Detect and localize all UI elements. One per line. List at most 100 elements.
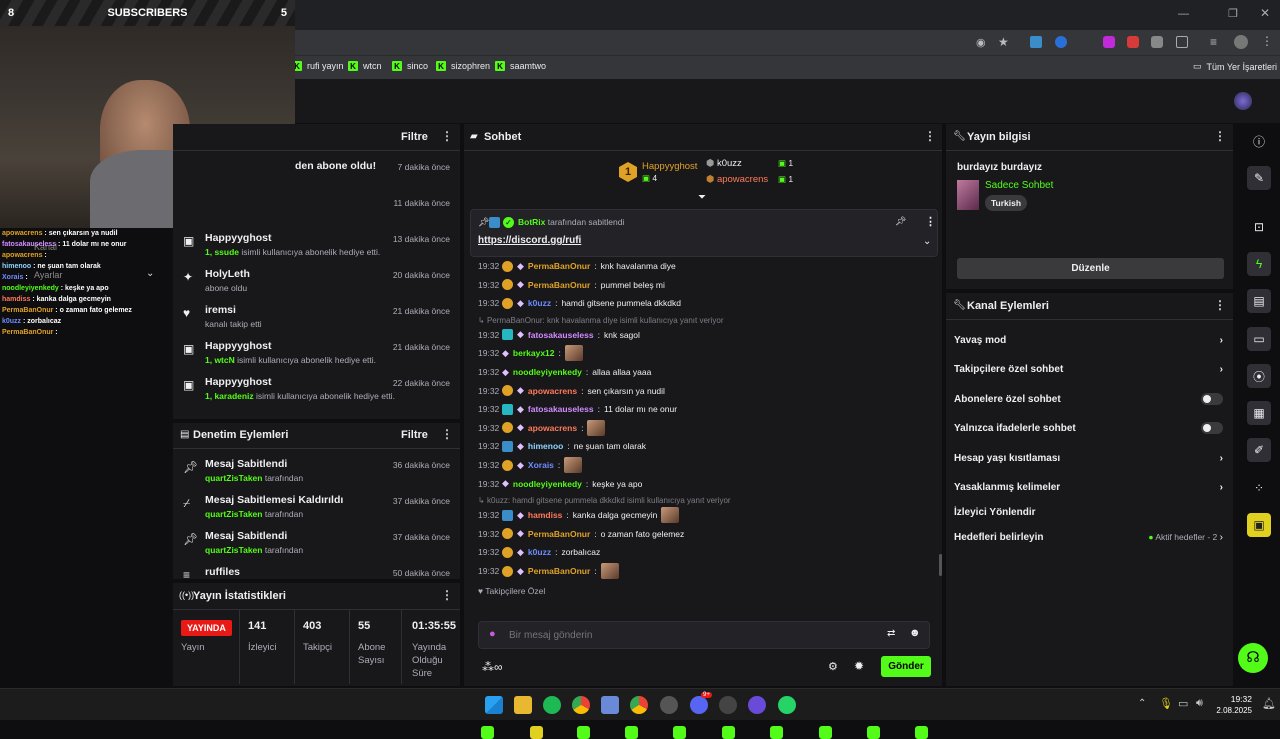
message-username[interactable]: noodleyiyenkedy (513, 367, 582, 377)
stream-info-menu-icon[interactable]: ⋮ (1214, 129, 1226, 143)
lightning-icon[interactable]: ϟ (1247, 252, 1271, 276)
kick-points-icon[interactable]: ⁂∞ (482, 660, 503, 674)
activity-filter-button[interactable]: Filtre (401, 131, 428, 143)
message-username[interactable]: noodleyiyenkedy (513, 479, 582, 489)
message-username[interactable]: apowacrens (528, 423, 577, 433)
app-icon[interactable] (660, 696, 678, 714)
minimize-icon[interactable]: — (1178, 8, 1189, 20)
spotify-icon[interactable] (543, 696, 561, 714)
pinned-link[interactable]: https://discord.gg/rufi (478, 235, 581, 246)
account-age-row[interactable]: Hesap yaşı kısıtlaması › (954, 447, 1223, 469)
emote-icon[interactable] (819, 726, 832, 739)
clock-time[interactable]: 19:32 (1222, 694, 1252, 704)
app-icon[interactable] (748, 696, 766, 714)
sidebar-item-kanal[interactable]: Kanal (34, 242, 57, 252)
message-username[interactable]: k0uzz (528, 547, 551, 557)
document-icon[interactable]: ▤ (1247, 289, 1271, 313)
extension-icon[interactable] (1055, 36, 1067, 48)
emote-icon[interactable] (770, 726, 783, 739)
layout-icon[interactable]: ▦ (1247, 401, 1271, 425)
clapper-icon[interactable]: ▣ (1247, 513, 1271, 537)
discord-icon[interactable] (690, 696, 708, 714)
menu-lines-icon[interactable]: ≡ (1210, 35, 1217, 49)
kebab-menu-icon[interactable]: ⋮ (1261, 34, 1273, 48)
stats-menu-icon[interactable]: ⋮ (441, 588, 453, 602)
emoji-icon[interactable]: ☻ (909, 627, 921, 639)
send-button[interactable]: Gönder (881, 656, 931, 677)
raid-row[interactable]: İzleyici Yönlendir (954, 501, 1223, 523)
emote-icon[interactable] (722, 726, 735, 739)
whatsapp-icon[interactable] (778, 696, 796, 714)
profile-avatar[interactable] (1234, 35, 1248, 49)
user-avatar[interactable] (1234, 92, 1252, 110)
message-username[interactable]: PermaBanOnur (528, 261, 590, 271)
extension-icon[interactable] (1127, 36, 1139, 48)
tray-chevron-icon[interactable]: ⌃ (1138, 698, 1146, 709)
extension-icon[interactable] (1030, 36, 1042, 48)
extensions-icon[interactable]: ✹ (854, 659, 864, 673)
chat-menu-icon[interactable]: ⋮ (924, 129, 936, 143)
puzzle-icon[interactable] (1176, 36, 1188, 48)
extension-icon[interactable] (1151, 36, 1163, 48)
sidebar-item-ayarlar[interactable]: Ayarlar (34, 270, 62, 280)
steam-icon[interactable] (719, 696, 737, 714)
message-username[interactable]: fatosakauseless (528, 330, 594, 340)
eye-off-icon[interactable]: ◉ (976, 36, 986, 49)
activity-menu-icon[interactable]: ⋮ (441, 129, 453, 143)
volume-icon[interactable]: 🔊︎ (1196, 697, 1203, 710)
message-username[interactable]: PermaBanOnur (528, 280, 590, 290)
microphone-icon[interactable]: ● (489, 628, 496, 640)
category-link[interactable]: Sadece Sohbet (985, 180, 1053, 191)
emote-icon[interactable] (673, 726, 686, 739)
message-username[interactable]: apowacrens (528, 386, 577, 396)
maximize-icon[interactable]: ❐ (1228, 7, 1238, 20)
dots-icon[interactable]: ⁘ (1247, 476, 1271, 500)
chevron-down-icon[interactable]: ⌄ (146, 268, 154, 279)
subscribers-only-toggle[interactable] (1201, 393, 1223, 405)
chat-icon[interactable]: ▭ (1247, 327, 1271, 351)
chat-input[interactable] (509, 626, 869, 644)
leader-name[interactable]: Happyyghost (642, 161, 697, 172)
bookmark-item[interactable]: Kwtcn (348, 61, 382, 71)
emotes-only-toggle[interactable] (1201, 422, 1223, 434)
leader-row[interactable]: ⬢ apowacrens (706, 174, 768, 185)
message-username[interactable]: berkayx12 (513, 348, 555, 358)
focus-icon[interactable]: ⊡ (1247, 215, 1271, 239)
edit-button[interactable]: Düzenle (957, 258, 1224, 279)
chrome-icon[interactable] (572, 696, 590, 714)
file-explorer-icon[interactable] (514, 696, 532, 714)
leader-row[interactable]: ⬢ k0uzz (706, 158, 742, 169)
clock-date[interactable]: 2.08.2025 (1214, 706, 1252, 715)
mod-filter-button[interactable]: Filtre (401, 429, 428, 441)
collapse-icon[interactable]: ⏷ (698, 192, 706, 203)
message-username[interactable]: Xorais (528, 460, 554, 470)
bookmark-item[interactable]: Ksinco (392, 61, 428, 71)
app-icon[interactable] (601, 696, 619, 714)
network-icon[interactable]: ▭ (1178, 697, 1188, 710)
channel-actions-menu-icon[interactable]: ⋮ (1214, 298, 1226, 312)
mod-menu-icon[interactable]: ⋮ (441, 427, 453, 441)
emote-icon[interactable] (481, 726, 494, 739)
emote-icon[interactable] (867, 726, 880, 739)
message-username[interactable]: himenoo (528, 441, 563, 451)
notifications-icon[interactable]: 🔔︎ (1262, 697, 1276, 710)
windows-start-icon[interactable] (485, 696, 503, 714)
message-username[interactable]: hamdiss (528, 510, 563, 520)
bookmark-item[interactable]: Krufi yayın (292, 61, 344, 71)
unpin-button-icon[interactable]: 📌︎ (895, 216, 906, 227)
followers-only-row[interactable]: Takipçilere özel sohbet › (954, 358, 1223, 380)
bookmark-item[interactable]: Ksizophren (436, 61, 490, 71)
emote-icon[interactable] (530, 726, 543, 739)
emote-icon[interactable] (625, 726, 638, 739)
message-username[interactable]: PermaBanOnur (528, 529, 590, 539)
chrome-icon[interactable] (630, 696, 648, 714)
all-bookmarks[interactable]: ▭ Tüm Yer İşaretleri (1193, 61, 1277, 72)
message-username[interactable]: PermaBanOnur (528, 566, 590, 576)
broadcast-icon[interactable]: ⦿ (1247, 364, 1271, 388)
star-bookmark-icon[interactable]: ★ (998, 35, 1009, 49)
language-tag[interactable]: Turkish (985, 195, 1028, 211)
close-icon[interactable]: ✕ (1260, 6, 1270, 20)
emote-icon[interactable] (577, 726, 590, 739)
wrench-icon[interactable]: ✐ (1247, 438, 1271, 462)
message-username[interactable]: k0uzz (528, 298, 551, 308)
